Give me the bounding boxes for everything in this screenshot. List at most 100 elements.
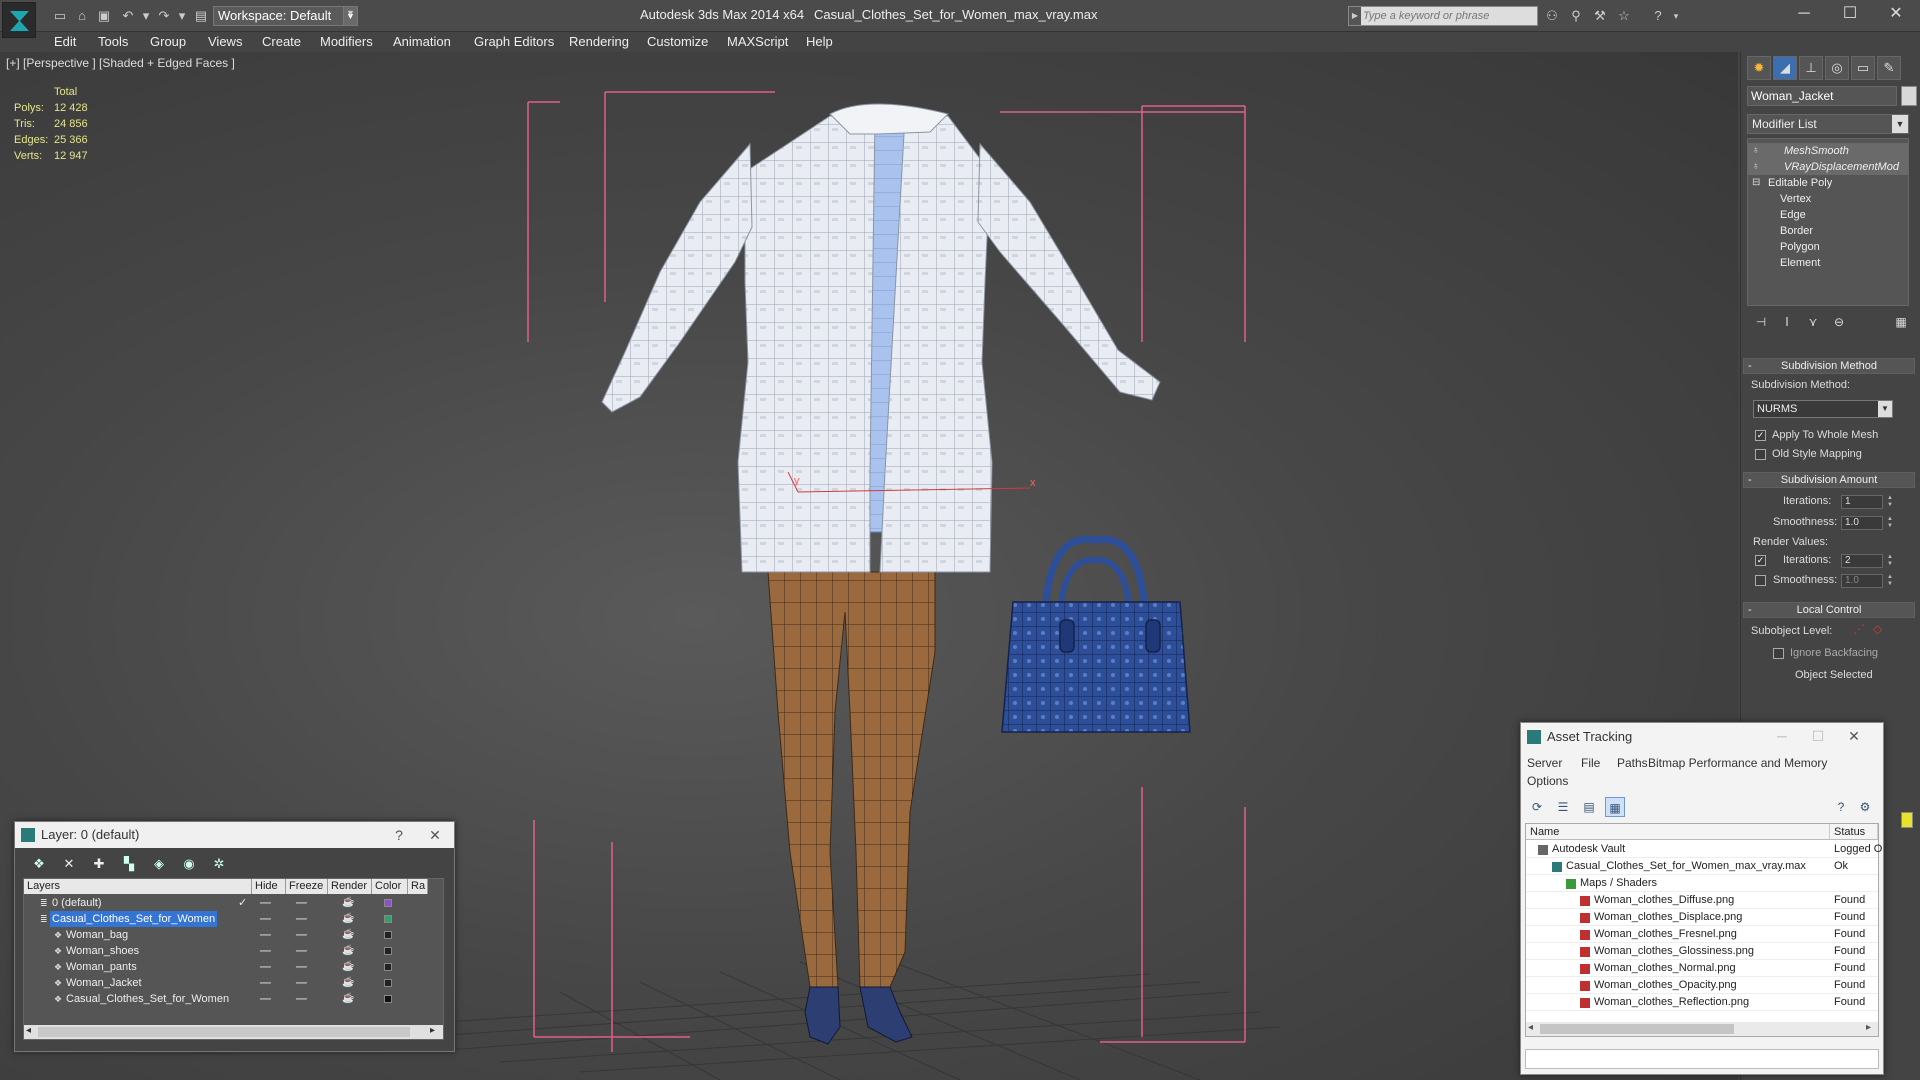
undo-icon[interactable]: ↶: [120, 8, 136, 24]
col-radiosity[interactable]: Ra: [408, 879, 428, 894]
render-smoothness-spinner[interactable]: 1.0: [1841, 574, 1883, 588]
utilities-tab-icon[interactable]: ✎: [1877, 56, 1901, 80]
freeze-toggle[interactable]: ━━: [296, 943, 307, 959]
layer-dialog-titlebar[interactable]: Layer: 0 (default) ? ✕: [15, 822, 454, 848]
stack-item-polygon[interactable]: Polygon: [1748, 239, 1908, 255]
layer-horizontal-scrollbar[interactable]: ◂ ▸: [24, 1025, 443, 1039]
configure-sets-icon[interactable]: ▦: [1891, 312, 1911, 332]
layer-name[interactable]: Woman_pants: [64, 959, 139, 975]
render-teapot-icon[interactable]: ☕: [342, 927, 354, 943]
asset-row[interactable]: Autodesk Vault Logged O: [1526, 841, 1882, 858]
binoculars-icon[interactable]: ⚇: [1544, 8, 1560, 24]
freeze-toggle[interactable]: ━━: [296, 927, 307, 943]
help-icon[interactable]: ?: [1831, 797, 1851, 817]
menu-help[interactable]: Help: [806, 34, 833, 49]
asset-row[interactable]: Woman_clothes_Reflection.png Found: [1526, 994, 1878, 1011]
layer-color-swatch[interactable]: [384, 979, 392, 987]
workspace-dropdown[interactable]: Workspace: Default ▼: [213, 6, 358, 26]
table-view-icon[interactable]: ▦: [1605, 797, 1625, 817]
menu-modifiers[interactable]: Modifiers: [320, 34, 373, 49]
lightbulb-icon[interactable]: ♁: [1752, 143, 1762, 159]
layer-row[interactable]: ❖ Casual_Clothes_Set_for_Women ━━ ━━ ☕: [24, 991, 443, 1007]
pin-stack-icon[interactable]: ⊣: [1751, 312, 1771, 332]
dialog-minimize-button[interactable]: ─: [1767, 723, 1797, 749]
menu-tools[interactable]: Tools: [98, 34, 128, 49]
spinner-arrows-icon[interactable]: ▲ ▼: [1886, 554, 1894, 568]
layer-name[interactable]: Casual_Clothes_Set_for_Women: [50, 911, 218, 927]
stack-item-vraydisplacementmod[interactable]: ♁ VRayDisplacementMod: [1748, 159, 1908, 175]
minimize-button[interactable]: ─: [1781, 0, 1827, 28]
refresh-icon[interactable]: ⟳: [1527, 797, 1547, 817]
freeze-toggle[interactable]: ━━: [296, 975, 307, 991]
render-teapot-icon[interactable]: ☕: [342, 943, 354, 959]
hide-toggle[interactable]: ━━: [260, 927, 271, 943]
spinner-arrows-icon[interactable]: ▲ ▼: [1886, 574, 1894, 588]
asset-row[interactable]: Woman_clothes_Glossiness.png Found: [1526, 943, 1878, 960]
asset-menu-bitmap-performance[interactable]: Bitmap Performance and Memory: [1648, 756, 1827, 770]
help-icon[interactable]: ?: [1650, 8, 1666, 24]
hide-toggle[interactable]: ━━: [260, 895, 271, 911]
close-button[interactable]: ✕: [1873, 0, 1919, 28]
show-end-result-icon[interactable]: Ⅰ: [1777, 312, 1797, 332]
freeze-all-icon[interactable]: ✲: [209, 854, 229, 874]
layer-row[interactable]: ≣ Casual_Clothes_Set_for_Women ━━ ━━ ☕: [24, 911, 443, 927]
menu-edit[interactable]: Edit: [54, 34, 76, 49]
col-render[interactable]: Render: [328, 879, 372, 894]
asset-row[interactable]: Woman_clothes_Diffuse.png Found: [1526, 892, 1878, 909]
highlight-layer-icon[interactable]: ◈: [149, 854, 169, 874]
col-layers[interactable]: Layers: [24, 879, 252, 894]
hide-toggle[interactable]: ━━: [260, 911, 271, 927]
vertex-level-icon[interactable]: ⋰: [1853, 622, 1865, 636]
apply-whole-mesh-checkbox[interactable]: ✓: [1755, 430, 1766, 441]
asset-row[interactable]: Woman_clothes_Opacity.png Found: [1526, 977, 1878, 994]
modifier-stack[interactable]: ♁ MeshSmooth ♁ VRayDisplacementMod ⊟ Edi…: [1747, 138, 1909, 306]
freeze-toggle[interactable]: ━━: [296, 991, 307, 1007]
highlight-color-swatch[interactable]: [1901, 812, 1913, 828]
render-smoothness-checkbox[interactable]: [1755, 575, 1766, 586]
old-style-mapping-checkbox[interactable]: [1755, 449, 1766, 460]
object-name-field[interactable]: Woman_Jacket: [1747, 86, 1897, 106]
favorites-star-icon[interactable]: ☆: [1616, 8, 1632, 24]
render-iterations-checkbox[interactable]: ✓: [1755, 555, 1766, 566]
freeze-toggle[interactable]: ━━: [296, 959, 307, 975]
rollout-subdivision-amount[interactable]: - Subdivision Amount: [1743, 472, 1915, 488]
asset-row[interactable]: Woman_clothes_Fresnel.png Found: [1526, 926, 1878, 943]
layer-row[interactable]: ≣ 0 (default) ✓ ━━ ━━ ☕: [24, 895, 443, 911]
new-file-icon[interactable]: ▭: [52, 8, 68, 24]
scroll-right-icon[interactable]: ▸: [430, 1025, 435, 1036]
hide-toggle[interactable]: ━━: [260, 943, 271, 959]
col-freeze[interactable]: Freeze: [286, 879, 328, 894]
modify-tab-icon[interactable]: ◢: [1773, 56, 1797, 80]
lightbulb-icon[interactable]: ♁: [1752, 159, 1762, 175]
dialog-close-button[interactable]: ✕: [420, 822, 450, 848]
asset-menu-file[interactable]: File: [1581, 756, 1600, 770]
layer-name[interactable]: Casual_Clothes_Set_for_Women: [64, 991, 231, 1007]
render-teapot-icon[interactable]: ☕: [342, 991, 354, 1007]
save-file-icon[interactable]: ▣: [96, 8, 112, 24]
select-objects-icon[interactable]: ▚: [119, 854, 139, 874]
rollout-local-control[interactable]: - Local Control: [1743, 602, 1915, 618]
dialog-maximize-button[interactable]: ☐: [1803, 723, 1833, 749]
menu-animation[interactable]: Animation: [393, 34, 451, 49]
render-teapot-icon[interactable]: ☕: [342, 911, 354, 927]
search-expand-icon[interactable]: ▶: [1349, 7, 1361, 25]
hide-all-icon[interactable]: ◉: [179, 854, 199, 874]
settings-icon[interactable]: ⚙: [1855, 797, 1875, 817]
layer-name[interactable]: Woman_Jacket: [64, 975, 144, 991]
render-teapot-icon[interactable]: ☕: [342, 975, 354, 991]
asset-row[interactable]: Woman_clothes_Displace.png Found: [1526, 909, 1878, 926]
spinner-arrows-icon[interactable]: ▲ ▼: [1886, 516, 1894, 530]
smoothness-spinner[interactable]: 1.0: [1841, 516, 1883, 530]
motion-tab-icon[interactable]: ◎: [1825, 56, 1849, 80]
asset-row[interactable]: Casual_Clothes_Set_for_Women_max_vray.ma…: [1526, 858, 1878, 875]
asset-row[interactable]: Woman_clothes_Normal.png Found: [1526, 960, 1878, 977]
stack-item-edge[interactable]: Edge: [1748, 207, 1908, 223]
app-menu-button[interactable]: [2, 2, 36, 38]
subdivision-method-dropdown[interactable]: NURMS ▼: [1753, 400, 1893, 418]
asset-menu-server[interactable]: Server: [1527, 756, 1562, 770]
undo-dropdown-icon[interactable]: ▾: [138, 8, 154, 24]
layer-name[interactable]: Woman_shoes: [64, 943, 141, 959]
viewport-label[interactable]: [+] [Perspective ] [Shaded + Edged Faces…: [6, 56, 235, 70]
scroll-right-icon[interactable]: ▸: [1866, 1022, 1871, 1033]
redo-icon[interactable]: ↷: [156, 8, 172, 24]
